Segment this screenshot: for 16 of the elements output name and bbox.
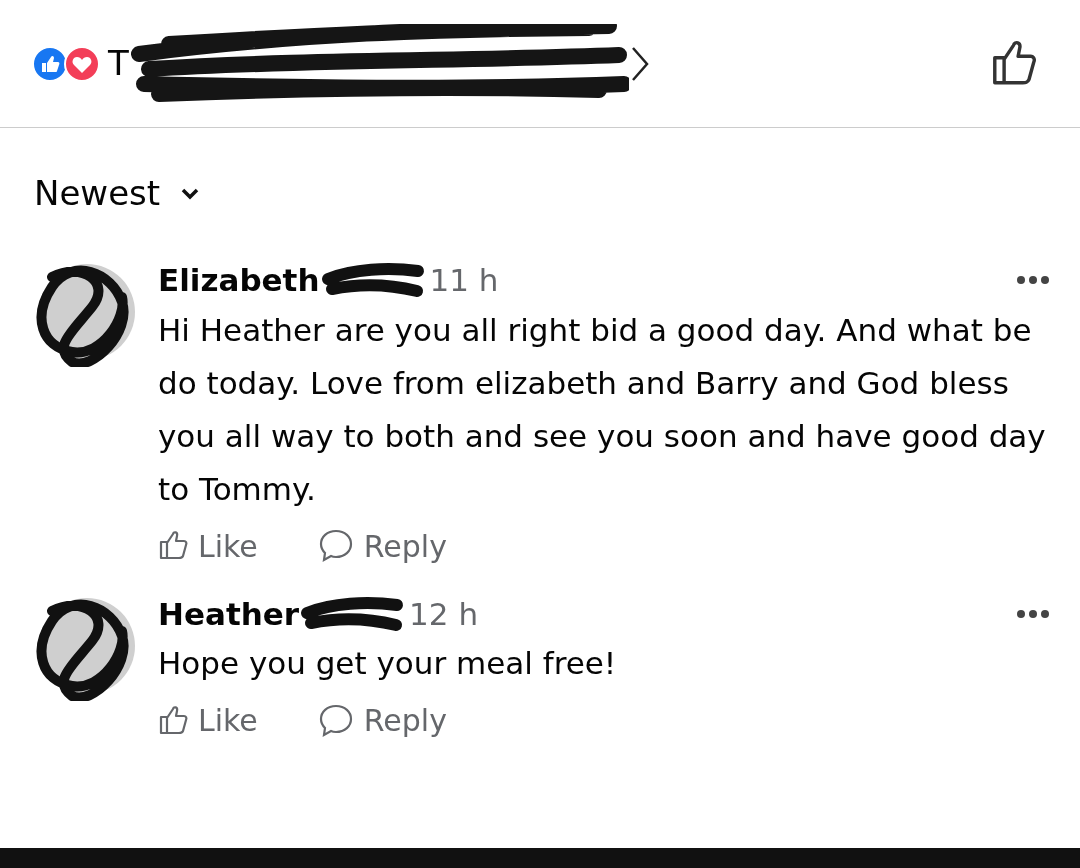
title-text: T bbox=[108, 42, 129, 85]
comment-time: 12 h bbox=[409, 594, 479, 634]
reply-button[interactable]: Reply bbox=[317, 523, 447, 569]
like-button[interactable]: Like bbox=[158, 523, 258, 569]
more-options-icon[interactable] bbox=[1016, 275, 1050, 286]
comment-time: 11 h bbox=[429, 261, 499, 300]
more-options-icon[interactable] bbox=[1016, 608, 1050, 619]
comment-text: Hi Heather are you all right bid a good day. And what be do today. Love from elizabeth and Barry and God bless you all way to both and see you soon and have good day to Tommy. bbox=[158, 310, 1047, 509]
author-name: Elizabeth bbox=[158, 261, 320, 300]
comment-text: Hope you get your meal free! bbox=[158, 644, 618, 683]
reply-button[interactable]: Reply bbox=[317, 698, 447, 743]
sort-label[interactable]: Newest bbox=[34, 168, 161, 219]
like-button[interactable]: Like bbox=[158, 698, 258, 743]
author-name: Heather bbox=[158, 594, 300, 634]
like-reaction-icon bbox=[32, 45, 68, 82]
heart-reaction-icon bbox=[64, 45, 100, 82]
